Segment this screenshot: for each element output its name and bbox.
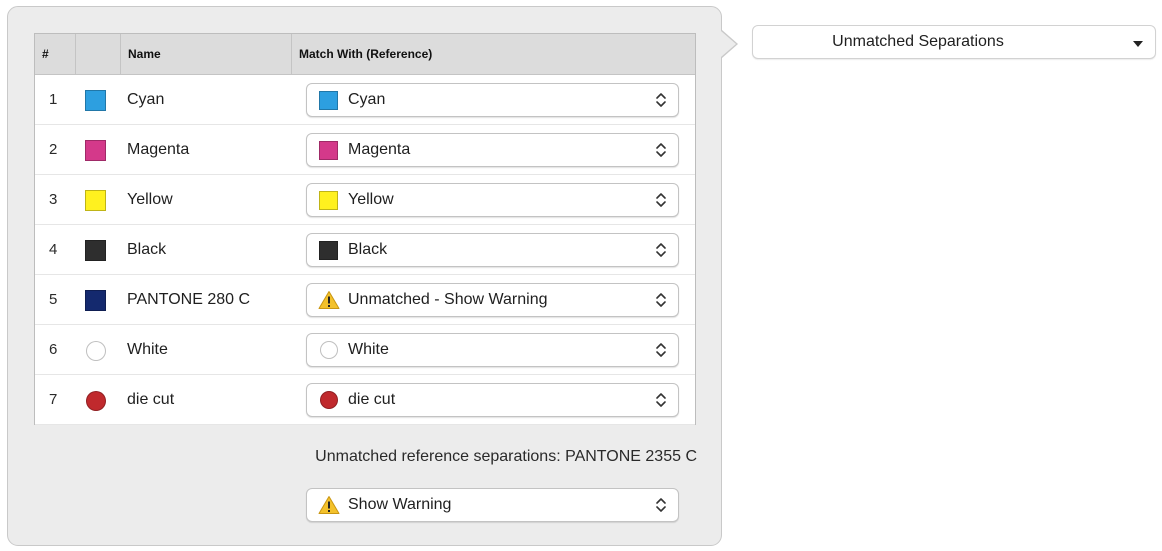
view-mode-label: Unmatched Separations [832,33,1004,50]
table-row[interactable]: 4 Black Black [35,225,695,275]
chevron-up-down-icon [656,143,666,157]
chevron-up-down-icon [656,343,666,357]
table-row[interactable]: 7 die cut die cut [35,375,695,425]
unmatched-action-popup[interactable]: Show Warning [306,488,679,522]
column-header-number[interactable]: # [35,34,75,74]
reference-color-swatch [320,341,338,359]
chevron-up-down-icon [656,393,666,407]
match-with-label: Yellow [348,191,394,208]
reference-color-swatch [319,141,338,160]
separation-name: Magenta [127,141,190,158]
separation-name: Black [127,241,167,258]
separation-name: PANTONE 280 C [127,291,251,308]
match-with-label: die cut [348,391,396,408]
separation-color-swatch [86,391,106,411]
separation-name: Yellow [127,191,173,208]
match-with-popup[interactable]: Black [306,233,679,267]
column-header-match[interactable]: Match With (Reference) [292,34,692,74]
table-row[interactable]: 6 White White [35,325,695,375]
separation-name: White [127,341,168,358]
reference-color-swatch [319,241,338,260]
row-number: 1 [49,91,58,108]
match-with-popup[interactable]: die cut [306,383,679,417]
separation-color-swatch [85,290,106,311]
match-with-label: Cyan [348,91,386,108]
match-with-label: White [348,341,389,358]
separation-color-swatch [85,240,106,261]
unmatched-reference-text: Unmatched reference separations: PANTONE… [315,448,697,465]
unmatched-action-label: Show Warning [348,496,452,513]
match-with-popup[interactable]: Cyan [306,83,679,117]
separations-table: # Name Match With (Reference) 1 Cyan Cyan 2… [34,33,696,425]
table-row[interactable]: 5 PANTONE 280 C Unmatched - Show Warning [35,275,695,325]
row-number: 3 [49,191,58,208]
match-with-label: Unmatched - Show Warning [348,291,548,308]
table-header: # Name Match With (Reference) [35,34,695,75]
chevron-up-down-icon [656,498,666,512]
separation-color-swatch [85,190,106,211]
warning-icon [318,496,340,514]
separation-color-swatch [86,341,106,361]
chevron-up-down-icon [656,93,666,107]
warning-icon [318,291,340,309]
reference-color-swatch [319,191,338,210]
separation-color-swatch [85,140,106,161]
chevron-up-down-icon [656,293,666,307]
match-with-popup[interactable]: Magenta [306,133,679,167]
reference-color-swatch [320,391,338,409]
row-number: 4 [49,241,58,258]
table-row[interactable]: 1 Cyan Cyan [35,75,695,125]
caret-down-icon [1133,41,1143,47]
separation-name: die cut [127,391,175,408]
match-with-popup[interactable]: Yellow [306,183,679,217]
chevron-up-down-icon [656,243,666,257]
match-with-popup[interactable]: Unmatched - Show Warning [306,283,679,317]
row-number: 5 [49,291,58,308]
row-number: 2 [49,141,58,158]
table-row[interactable]: 2 Magenta Magenta [35,125,695,175]
column-header-swatch[interactable] [76,34,120,74]
column-header-name[interactable]: Name [121,34,291,74]
separation-name: Cyan [127,91,165,108]
reference-color-swatch [319,91,338,110]
view-mode-dropdown[interactable]: Unmatched Separations [752,25,1156,59]
row-number: 7 [49,391,58,408]
match-with-label: Black [348,241,388,258]
row-number: 6 [49,341,58,358]
separation-color-swatch [85,90,106,111]
popover-arrow-fill [721,31,736,57]
chevron-up-down-icon [656,193,666,207]
table-row[interactable]: 3 Yellow Yellow [35,175,695,225]
match-with-popup[interactable]: White [306,333,679,367]
match-with-label: Magenta [348,141,411,158]
